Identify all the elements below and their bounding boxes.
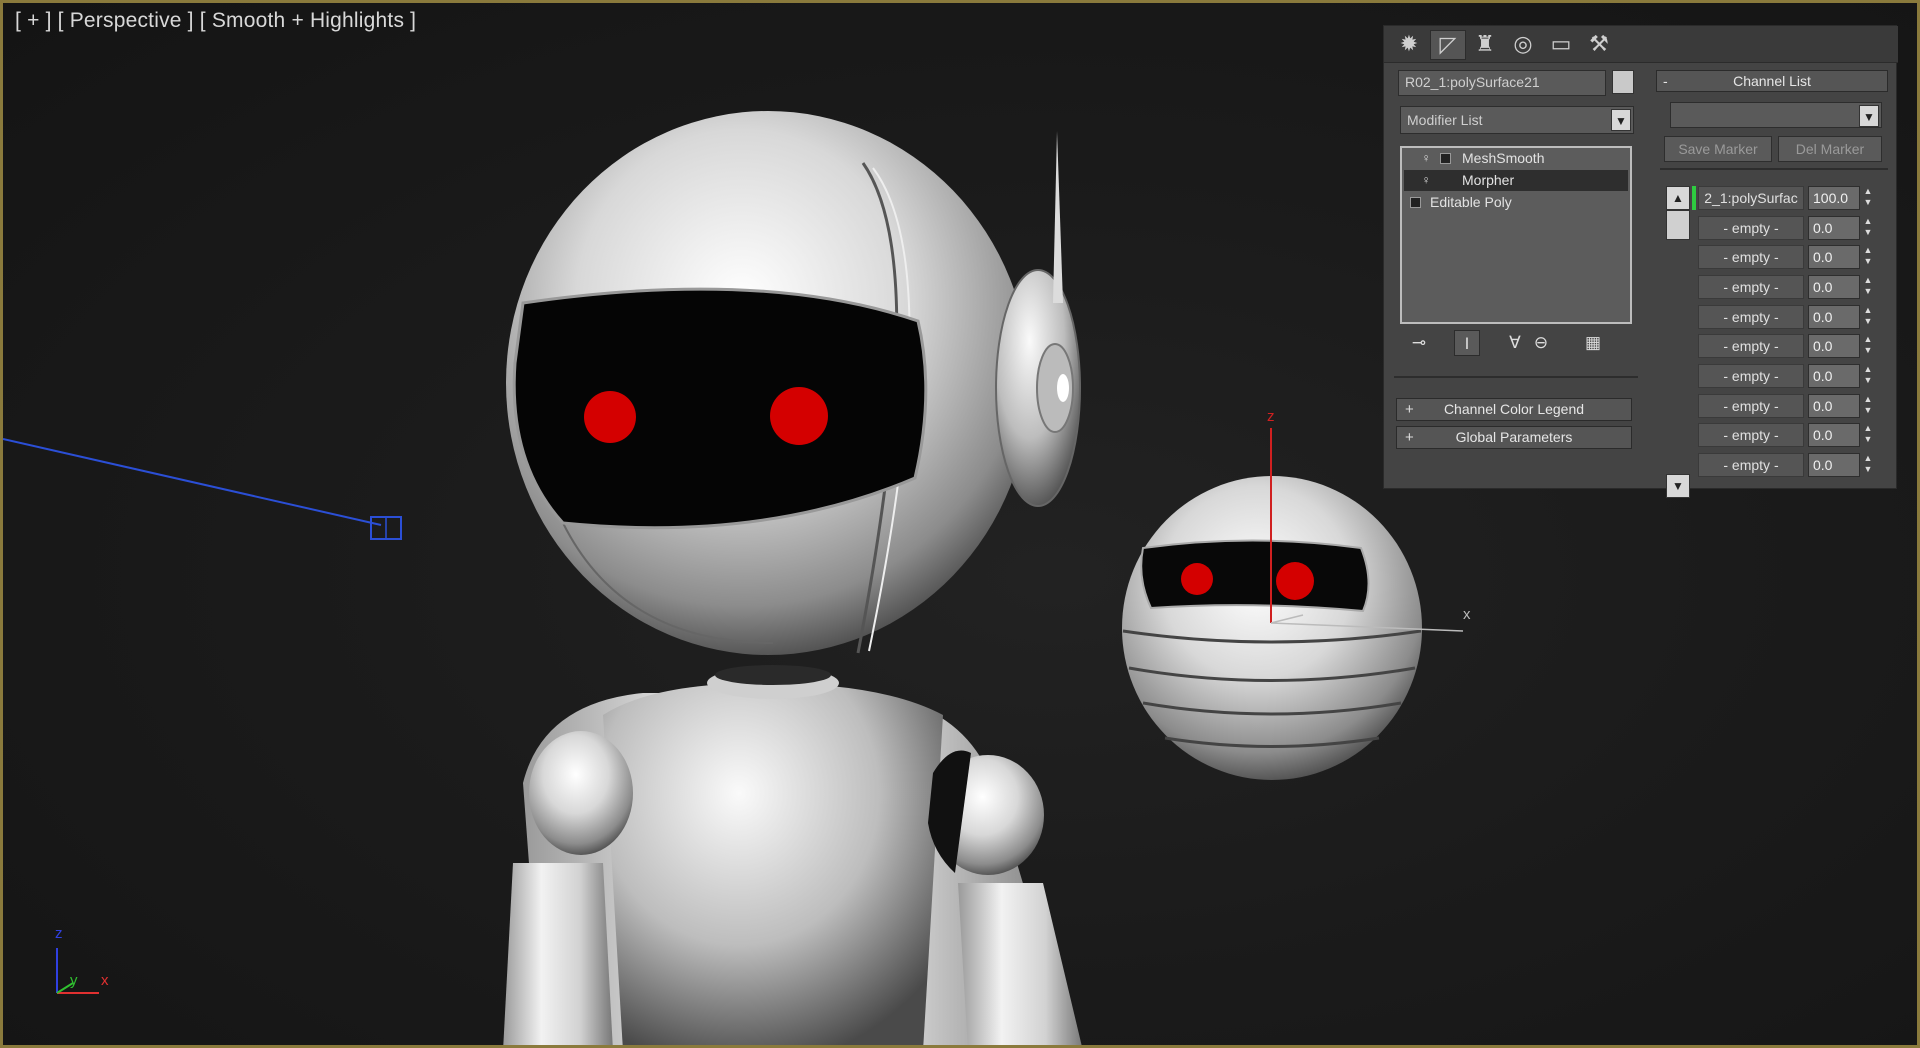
modifier-stack: ♀ MeshSmooth ♀ Morpher Editable Poly [1400,146,1632,324]
channel-value-field[interactable]: 0.0 [1808,245,1860,269]
channel-name-button[interactable]: 2_1:polySurfac [1698,186,1804,210]
channel-name-button[interactable]: - empty - [1698,334,1804,358]
channel-active-indicator [1692,186,1696,210]
channel-name-button[interactable]: - empty - [1698,423,1804,447]
remove-modifier-button[interactable]: ⊖ [1528,330,1554,356]
channel-name-button[interactable]: - empty - [1698,364,1804,388]
utilities-tab[interactable]: ⚒ [1582,30,1616,58]
channel-name-button[interactable]: - empty - [1698,216,1804,240]
expand-icon: + [1405,429,1414,446]
axis-tripod: z y x [55,925,109,994]
show-end-result-button[interactable]: I [1454,330,1480,356]
del-marker-button[interactable]: Del Marker [1778,136,1882,162]
channel-value-field[interactable]: 100.0 [1808,186,1860,210]
modify-tab[interactable]: ◸ [1430,30,1466,60]
channel-name-button[interactable]: - empty - [1698,453,1804,477]
channel-value-field[interactable]: 0.0 [1808,334,1860,358]
channel-spinner[interactable]: ▲ ▼ [1862,275,1874,299]
divider [1660,168,1888,170]
rollout-global-parameters[interactable]: + Global Parameters [1396,426,1632,449]
utilities-icon: ⚒ [1589,31,1609,56]
hierarchy-icon: ♜ [1475,31,1495,56]
channel-value-field[interactable]: 0.0 [1808,305,1860,329]
marker-dropdown[interactable]: ▼ [1670,102,1882,128]
make-unique-icon: ∀ [1509,333,1521,352]
channel-spinner[interactable]: ▲ ▼ [1862,245,1874,269]
motion-tab[interactable]: ◎ [1506,30,1540,58]
pin-stack-icon: ⊸ [1411,333,1427,352]
modifier-list-label: Modifier List [1407,112,1483,128]
rollout-channel-color-legend[interactable]: + Channel Color Legend [1396,398,1632,421]
chevron-down-icon: ▼ [1611,109,1631,131]
channel-spinner[interactable]: ▲ ▼ [1862,216,1874,240]
tripod-x-label: x [101,972,109,989]
channel-name-button[interactable]: - empty - [1698,275,1804,299]
show-end-result-icon: I [1464,334,1470,353]
chevron-down-icon: ▼ [1859,105,1879,127]
channel-list-panel: - Channel List ▼ Save Marker Del Marker … [1656,64,1894,498]
scroll-thumb[interactable] [1666,210,1690,240]
configure-modifier-sets-icon: ▦ [1584,333,1602,352]
display-tab[interactable]: ▭ [1544,30,1578,58]
channel-value-field[interactable]: 0.0 [1808,364,1860,388]
camera-target[interactable] [3,438,402,540]
channel-spinner[interactable]: ▲ ▼ [1862,186,1874,210]
stack-item-label: MeshSmooth [1462,150,1545,166]
motion-icon: ◎ [1513,31,1533,56]
stack-item-morpher[interactable]: ♀ Morpher [1404,170,1628,191]
channel-spinner[interactable]: ▲ ▼ [1862,364,1874,388]
hierarchy-tab[interactable]: ♜ [1468,30,1502,58]
object-color-swatch[interactable] [1612,70,1634,94]
lightbulb-icon[interactable]: ♀ [1420,174,1432,186]
expand-box-icon[interactable] [1440,153,1451,164]
channel-spinner[interactable]: ▲ ▼ [1862,423,1874,447]
stack-item-meshsmooth[interactable]: ♀ MeshSmooth [1404,148,1628,169]
channel-value-field[interactable]: 0.0 [1808,423,1860,447]
stack-item-editable-poly[interactable]: Editable Poly [1404,192,1628,213]
rollout-label: Channel Color Legend [1443,401,1585,417]
channel-value-field[interactable]: 0.0 [1808,394,1860,418]
channel-name-button[interactable]: - empty - [1698,245,1804,269]
scroll-up-button[interactable]: ▲ [1666,186,1690,210]
rollout-label: Global Parameters [1455,429,1573,445]
channel-name-button[interactable]: - empty - [1698,394,1804,418]
channel-value-field[interactable]: 0.0 [1808,275,1860,299]
object-name-field[interactable]: R02_1:polySurface21 [1398,70,1606,96]
expand-icon: + [1405,401,1414,418]
channel-value-field[interactable]: 0.0 [1808,453,1860,477]
channel-spinner[interactable]: ▲ ▼ [1862,334,1874,358]
command-panel-tabs: ✹ ◸ ♜ ◎ ▭ ⚒ [1384,26,1898,63]
expand-box-icon[interactable] [1410,197,1421,208]
stack-item-label: Morpher [1462,172,1515,188]
save-marker-button[interactable]: Save Marker [1664,136,1772,162]
channel-name-button[interactable]: - empty - [1698,305,1804,329]
display-icon: ▭ [1550,31,1572,56]
channel-list-rollout-header[interactable]: - Channel List [1656,70,1888,92]
tripod-y-label: y [70,972,78,989]
tripod-z-label: z [55,925,63,942]
channel-spinner[interactable]: ▲ ▼ [1862,394,1874,418]
channel-spinner[interactable]: ▲ ▼ [1862,305,1874,329]
gizmo-z-label: z [1267,408,1275,425]
create-tab[interactable]: ✹ [1392,30,1426,58]
lightbulb-icon[interactable]: ♀ [1420,152,1432,164]
channel-value-field[interactable]: 0.0 [1808,216,1860,240]
collapse-icon: - [1663,73,1668,89]
sun-icon: ✹ [1399,31,1419,56]
stack-item-label: Editable Poly [1430,194,1512,210]
modify-icon: ◸ [1439,32,1457,57]
robot-model[interactable] [503,111,1083,1048]
gizmo-x-label: x [1463,606,1471,623]
command-panel: ✹ ◸ ♜ ◎ ▭ ⚒ R02_1:polySurface21 Modifier… [1383,25,1898,498]
remove-modifier-icon: ⊖ [1533,333,1549,352]
perspective-viewport[interactable]: [ + ] [ Perspective ] [ Smooth + Highlig… [0,0,1920,1048]
divider [1394,376,1638,378]
scroll-down-button[interactable]: ▼ [1666,474,1690,498]
configure-modifier-sets-button[interactable]: ▦ [1580,330,1606,356]
modifier-list-dropdown[interactable]: Modifier List ▼ [1400,106,1634,134]
pin-stack-button[interactable]: ⊸ [1406,330,1432,356]
make-unique-button[interactable]: ∀ [1502,330,1528,356]
channel-spinner[interactable]: ▲ ▼ [1862,453,1874,477]
channel-list-title: Channel List [1733,73,1811,89]
